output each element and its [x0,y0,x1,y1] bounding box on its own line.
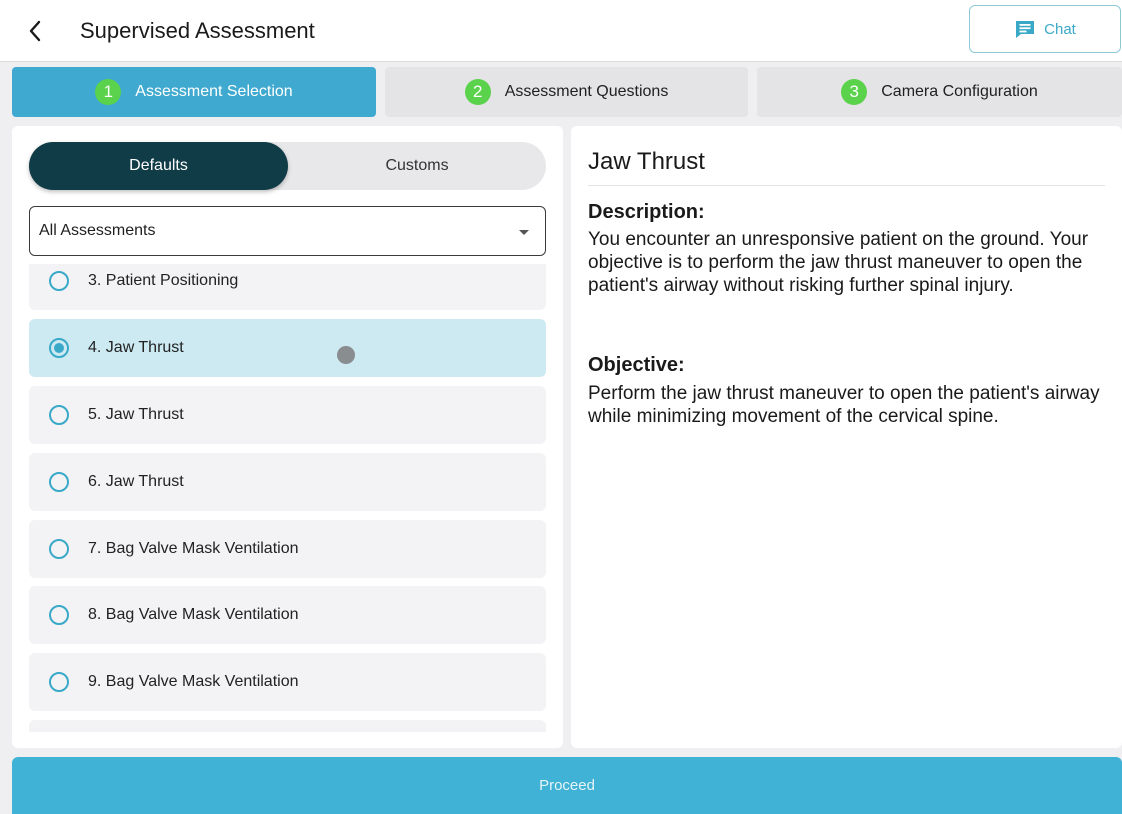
divider [588,185,1105,186]
list-item[interactable]: 3. Patient Positioning [29,264,546,310]
proceed-button[interactable]: Proceed [12,757,1122,814]
step-number-badge: 1 [95,79,122,105]
list-item-label: 8. Bag Valve Mask Ventilation [88,606,299,623]
tab-assessment-selection[interactable]: 1 Assessment Selection [12,67,376,117]
radio-button-checked[interactable] [49,338,69,358]
assessment-list[interactable]: 3. Patient Positioning 4. Jaw Thrust 5. … [12,264,563,732]
tab-label: Assessment Questions [504,83,669,100]
top-bar: Supervised Assessment Chat [0,0,1122,62]
list-item-label: 9. Bag Valve Mask Ventilation [88,673,299,690]
chat-bubble-icon [1016,21,1035,38]
step-number-badge: 2 [464,79,491,105]
chat-label: Chat [1044,20,1076,38]
caret-down-icon [519,230,529,235]
radio-button[interactable] [49,271,69,291]
radio-button[interactable] [49,405,69,425]
list-item[interactable]: 5. Jaw Thrust [29,386,546,444]
list-item-label: 5. Jaw Thrust [88,406,184,423]
description-heading: Description: [588,201,705,223]
objective-heading: Objective: [588,354,685,376]
segment-customs[interactable]: Customs [288,142,546,190]
dropdown-value: All Assessments [39,222,156,239]
radio-button[interactable] [49,605,69,625]
description-text: You encounter an unresponsive patient on… [588,229,1089,296]
assessment-list-panel: Defaults Customs All Assessments 3. Pati… [12,126,563,748]
list-item[interactable]: 7. Bag Valve Mask Ventilation [29,520,546,578]
step-number-badge: 3 [841,79,868,105]
chevron-left-icon [29,20,41,42]
tab-label: Camera Configuration [881,83,1038,100]
segment-defaults[interactable]: Defaults [29,142,288,190]
touch-indicator [337,346,355,364]
assessment-filter-dropdown[interactable]: All Assessments [29,206,546,256]
tab-assessment-questions[interactable]: 2 Assessment Questions [385,67,748,117]
radio-button[interactable] [49,539,69,559]
tab-camera-configuration[interactable]: 3 Camera Configuration [757,67,1122,117]
list-item-partial[interactable] [29,720,546,732]
objective-text: Perform the jaw thrust maneuver to open … [588,383,1100,427]
back-button[interactable] [22,16,48,46]
list-item-label: 3. Patient Positioning [88,272,239,289]
page-title: Supervised Assessment [80,18,315,43]
detail-title: Jaw Thrust [588,148,705,175]
list-item[interactable]: 9. Bag Valve Mask Ventilation [29,653,546,711]
defaults-customs-toggle: Defaults Customs [29,142,546,190]
list-item-label: 4. Jaw Thrust [88,339,184,356]
list-item[interactable]: 8. Bag Valve Mask Ventilation [29,586,546,644]
list-item-selected[interactable]: 4. Jaw Thrust [29,319,546,377]
radio-button[interactable] [49,472,69,492]
tab-label: Assessment Selection [135,83,293,100]
chat-button[interactable]: Chat [969,5,1121,53]
assessment-detail-panel: Jaw Thrust Description: You encounter an… [571,126,1122,748]
list-item-label: 6. Jaw Thrust [88,473,184,490]
radio-button[interactable] [49,672,69,692]
list-item[interactable]: 6. Jaw Thrust [29,453,546,511]
list-item-label: 7. Bag Valve Mask Ventilation [88,540,299,557]
